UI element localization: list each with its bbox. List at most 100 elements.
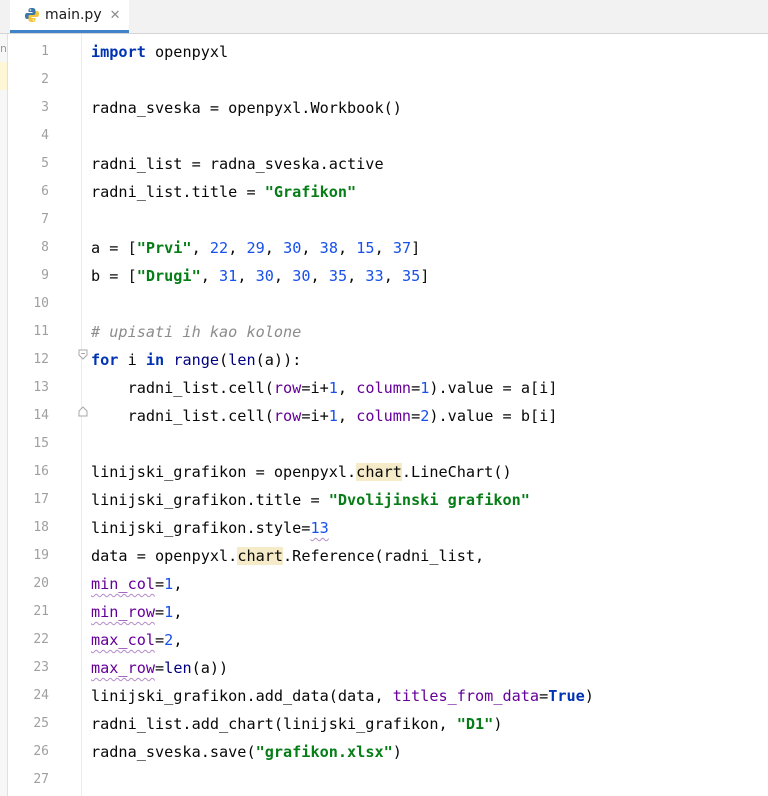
- code-token: ): [493, 715, 503, 733]
- code-token: len: [228, 351, 256, 369]
- code-token: linijski_grafikon.style=: [91, 519, 311, 537]
- code-token: ,: [374, 239, 393, 257]
- code-token: 1: [328, 407, 338, 425]
- code-token: "Drugi": [136, 267, 201, 285]
- code-token: ,: [337, 407, 357, 425]
- line-number-gutter: 1 2 3 4 5 6 7 8 9 10 11 12 13 14 15 16 17 18 19 20 21 22 23 24 2…: [8, 34, 88, 796]
- code-token: 13: [310, 519, 329, 537]
- code-token: =i+: [301, 379, 329, 397]
- code-editor[interactable]: import openpyxl radna_sveska = openpyxl.W…: [82, 34, 768, 796]
- line-number: 14: [33, 408, 49, 423]
- code-token: radni_list.cell(: [91, 407, 274, 425]
- code-token: "D1": [456, 715, 494, 733]
- line-number: 18: [33, 520, 49, 535]
- code-line[interactable]: b = ["Drugi", 31, 30, 30, 35, 33, 35]: [91, 262, 429, 290]
- code-token: ,: [237, 267, 256, 285]
- code-token: len: [164, 659, 192, 677]
- close-icon[interactable]: ✕: [110, 8, 121, 23]
- code-token: .Reference(radni_list,: [283, 547, 485, 565]
- line-number: 13: [33, 380, 49, 395]
- code-token: in: [145, 351, 165, 369]
- code-token: ,: [173, 603, 183, 621]
- code-token: min_row: [91, 603, 156, 621]
- code-token: column: [356, 407, 412, 425]
- code-line[interactable]: max_col=2,: [91, 626, 182, 654]
- code-line[interactable]: linijski_grafikon.add_data(data, titles_…: [91, 682, 594, 710]
- code-token: .LineChart(): [401, 463, 512, 481]
- line-number: 1: [41, 44, 49, 59]
- line-number: 3: [41, 100, 49, 115]
- code-token: chart: [237, 547, 284, 565]
- code-token: 15: [356, 239, 375, 257]
- code-token: ,: [337, 239, 357, 257]
- line-number: 17: [33, 492, 49, 507]
- code-token: ).value = b[i]: [429, 407, 558, 425]
- code-line[interactable]: # upisati ih kao kolone: [91, 318, 301, 346]
- code-token: linijski_grafikon = openpyxl.: [91, 463, 357, 481]
- line-number: 21: [33, 604, 49, 619]
- code-token: "Grafikon": [264, 183, 357, 201]
- line-number: 5: [41, 156, 49, 171]
- editor-tab-bar: main.py ✕: [0, 0, 768, 34]
- tab-main-py[interactable]: main.py ✕: [10, 0, 129, 33]
- code-token: ,: [347, 267, 366, 285]
- code-token: =: [539, 687, 549, 705]
- code-token: "Dvolijinski grafikon": [328, 491, 530, 509]
- code-token: ).value = a[i]: [429, 379, 558, 397]
- code-line[interactable]: linijski_grafikon = openpyxl.chart.LineC…: [91, 458, 512, 486]
- line-number: 4: [41, 128, 49, 143]
- code-line[interactable]: radna_sveska.save("grafikon.xlsx"): [91, 738, 402, 766]
- code-token: radni_list.cell(: [91, 379, 274, 397]
- code-line[interactable]: linijski_grafikon.style=13: [91, 514, 329, 542]
- line-number: 9: [41, 268, 49, 283]
- code-token: (a)):: [255, 351, 302, 369]
- line-number: 25: [33, 716, 49, 731]
- code-token: 1: [164, 603, 174, 621]
- code-line[interactable]: radni_list.cell(row=i+1, column=2).value…: [91, 402, 558, 430]
- code-line[interactable]: import openpyxl: [91, 38, 228, 66]
- code-token: 22: [209, 239, 229, 257]
- code-token: radni_list = radna_sveska.active: [91, 155, 384, 173]
- code-line[interactable]: radna_sveska = openpyxl.Workbook(): [91, 94, 402, 122]
- code-line[interactable]: data = openpyxl.chart.Reference(radni_li…: [91, 542, 484, 570]
- code-token: for: [91, 351, 119, 369]
- code-token: min_col: [91, 575, 156, 593]
- code-line[interactable]: radni_list.title = "Grafikon": [91, 178, 356, 206]
- code-line[interactable]: a = ["Prvi", 22, 29, 30, 38, 15, 37]: [91, 234, 420, 262]
- code-token: 35: [328, 267, 348, 285]
- code-token: ,: [383, 267, 402, 285]
- code-line[interactable]: for i in range(len(a)):: [91, 346, 301, 374]
- code-token: (a)): [191, 659, 229, 677]
- code-line[interactable]: max_row=len(a)): [91, 654, 228, 682]
- code-line[interactable]: radni_list.cell(row=i+1, column=1).value…: [91, 374, 558, 402]
- code-token: =: [155, 659, 165, 677]
- line-number: 12: [33, 352, 49, 367]
- code-token: radni_list.title =: [91, 183, 265, 201]
- code-token: ]: [411, 239, 421, 257]
- line-number: 23: [33, 660, 49, 675]
- code-token: True: [548, 687, 585, 705]
- code-token: linijski_grafikon.add_data(data,: [91, 687, 393, 705]
- code-token: ,: [173, 575, 183, 593]
- line-number: 6: [41, 184, 49, 199]
- code-token: row: [273, 407, 302, 425]
- code-token: radna_sveska = openpyxl.Workbook(): [91, 99, 402, 117]
- code-token: =: [155, 603, 165, 621]
- code-line[interactable]: radni_list = radna_sveska.active: [91, 150, 384, 178]
- code-token: radna_sveska.save(: [91, 743, 256, 761]
- code-token: a = [: [91, 239, 137, 257]
- code-token: =: [155, 631, 165, 649]
- code-line[interactable]: linijski_grafikon.title = "Dvolijinski g…: [91, 486, 530, 514]
- code-token: =: [411, 407, 421, 425]
- code-token: 30: [283, 239, 302, 257]
- code-line[interactable]: radni_list.add_chart(linijski_grafikon, …: [91, 710, 502, 738]
- code-token: range: [173, 351, 220, 369]
- code-token: 31: [219, 267, 238, 285]
- code-line[interactable]: min_col=1,: [91, 570, 182, 598]
- code-token: 30: [255, 267, 274, 285]
- code-token: i: [118, 351, 146, 369]
- panel-label: nc: [0, 42, 7, 55]
- code-token: 2: [164, 631, 174, 649]
- code-line[interactable]: min_row=1,: [91, 598, 182, 626]
